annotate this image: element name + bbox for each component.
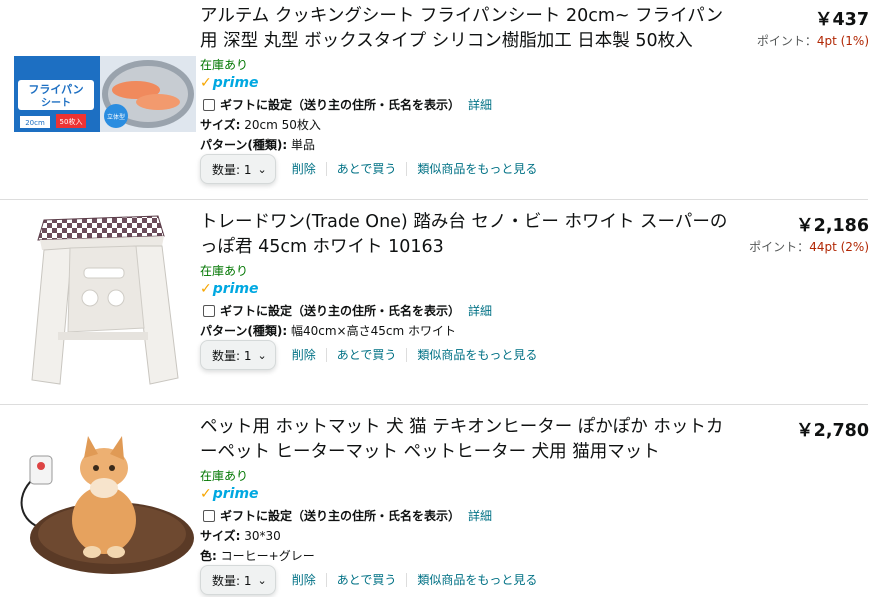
product-attribute: 色: コーヒー+グレー — [200, 547, 315, 564]
prime-label: prime — [212, 281, 259, 297]
divider — [0, 404, 868, 405]
attr-key: パターン(種類): — [200, 138, 288, 152]
save-for-later-link[interactable]: あとで買う — [325, 162, 407, 176]
gift-option: ギフトに設定（送り主の住所・氏名を表示） 詳細 — [203, 507, 492, 524]
item-actions: 数量: 1 ⌄ 削除 あとで買う 類似商品をもっと見る — [200, 340, 547, 370]
item-actions: 数量: 1 ⌄ 削除 あとで買う 類似商品をもっと見る — [200, 154, 547, 184]
quantity-label: 数量: 1 — [212, 348, 252, 363]
product-attribute: サイズ: 30*30 — [200, 527, 281, 544]
see-similar-link[interactable]: 類似商品をもっと見る — [406, 348, 547, 362]
product-title[interactable]: ペット用 ホットマット 犬 猫 テキオンヒーター ぽかぽか ホットカーペット ヒ… — [200, 415, 730, 465]
points-label: ポイント： — [749, 240, 810, 254]
stock-status: 在庫あり — [200, 58, 249, 72]
see-similar-link[interactable]: 類似商品をもっと見る — [406, 573, 547, 587]
product-attribute: パターン(種類): 幅40cm×高さ45cm ホワイト — [200, 322, 456, 339]
stock-status: 在庫あり — [200, 469, 249, 483]
gift-label: ギフトに設定（送り主の住所・氏名を表示） — [220, 98, 461, 112]
product-title[interactable]: トレードワン(Trade One) 踏み台 セノ・ビー ホワイト スーパーのっぽ… — [200, 210, 730, 260]
attr-value: 30*30 — [244, 529, 281, 543]
attr-key: パターン(種類): — [200, 324, 288, 338]
prime-badge: ✓prime — [200, 281, 259, 297]
gift-checkbox[interactable] — [203, 509, 215, 522]
prime-badge: ✓prime — [200, 75, 259, 91]
save-for-later-link[interactable]: あとで買う — [325, 348, 407, 362]
points-label: ポイント： — [756, 34, 817, 48]
delete-link[interactable]: 削除 — [292, 573, 326, 587]
product-price: ￥2,186 — [796, 216, 869, 236]
divider — [0, 199, 868, 200]
save-for-later-link[interactable]: あとで買う — [325, 573, 407, 587]
points-info: ポイント：44pt (2%) — [749, 238, 869, 255]
check-icon: ✓ — [200, 75, 212, 91]
thumb-text: シート — [41, 97, 71, 109]
gift-details-link[interactable]: 詳細 — [468, 96, 492, 113]
prime-label: prime — [212, 486, 259, 502]
attr-value: 20cm 50枚入 — [244, 118, 321, 132]
product-image-pet-heater-mat[interactable] — [12, 428, 198, 580]
attr-value: コーヒー+グレー — [220, 549, 315, 563]
gift-option: ギフトに設定（送り主の住所・氏名を表示） 詳細 — [203, 96, 492, 113]
thumb-text: 20cm — [25, 119, 45, 127]
attr-value: 単品 — [291, 138, 316, 152]
item-actions: 数量: 1 ⌄ 削除 あとで買う 類似商品をもっと見る — [200, 565, 547, 595]
check-icon: ✓ — [200, 281, 212, 297]
product-title[interactable]: アルテム クッキングシート フライパンシート 20cm~ フライパン用 深型 丸… — [200, 4, 730, 54]
points-info: ポイント：4pt (1%) — [757, 32, 869, 49]
svg-text:立体型: 立体型 — [107, 113, 125, 121]
chevron-down-icon: ⌄ — [257, 348, 267, 362]
chevron-down-icon: ⌄ — [257, 573, 267, 587]
quantity-dropdown[interactable]: 数量: 1 ⌄ — [200, 340, 276, 370]
gift-details-link[interactable]: 詳細 — [468, 302, 492, 319]
delete-link[interactable]: 削除 — [292, 348, 326, 362]
quantity-label: 数量: 1 — [212, 162, 252, 177]
check-icon: ✓ — [200, 486, 212, 502]
gift-option: ギフトに設定（送り主の住所・氏名を表示） 詳細 — [203, 302, 492, 319]
attr-key: サイズ: — [200, 118, 241, 132]
gift-checkbox[interactable] — [203, 304, 215, 317]
quantity-dropdown[interactable]: 数量: 1 ⌄ — [200, 154, 276, 184]
points-value: 4pt (1%) — [816, 34, 869, 48]
see-similar-link[interactable]: 類似商品をもっと見る — [406, 162, 547, 176]
product-attribute: サイズ: 20cm 50枚入 — [200, 116, 321, 133]
attr-key: 色: — [200, 549, 217, 563]
quantity-dropdown[interactable]: 数量: 1 ⌄ — [200, 565, 276, 595]
product-attribute: パターン(種類): 単品 — [200, 136, 315, 153]
gift-details-link[interactable]: 詳細 — [468, 507, 492, 524]
stock-status: 在庫あり — [200, 264, 249, 278]
delete-link[interactable]: 削除 — [292, 162, 326, 176]
thumb-text: フライパン — [28, 83, 83, 96]
attr-key: サイズ: — [200, 529, 241, 543]
product-price: ￥437 — [814, 10, 869, 30]
attr-value: 幅40cm×高さ45cm ホワイト — [291, 324, 456, 338]
thumb-text: 50枚入 — [60, 117, 83, 126]
points-value: 44pt (2%) — [809, 240, 869, 254]
prime-label: prime — [212, 75, 259, 91]
product-image-step-stool[interactable] — [12, 208, 198, 392]
product-price: ￥2,780 — [796, 421, 869, 441]
gift-label: ギフトに設定（送り主の住所・氏名を表示） — [220, 304, 461, 318]
gift-checkbox[interactable] — [203, 98, 215, 111]
product-image-cooking-sheet[interactable]: フライパン シート 20cm 50枚入 立体型 — [12, 52, 198, 136]
prime-badge: ✓prime — [200, 486, 259, 502]
chevron-down-icon: ⌄ — [257, 162, 267, 176]
gift-label: ギフトに設定（送り主の住所・氏名を表示） — [220, 509, 461, 523]
quantity-label: 数量: 1 — [212, 573, 252, 588]
